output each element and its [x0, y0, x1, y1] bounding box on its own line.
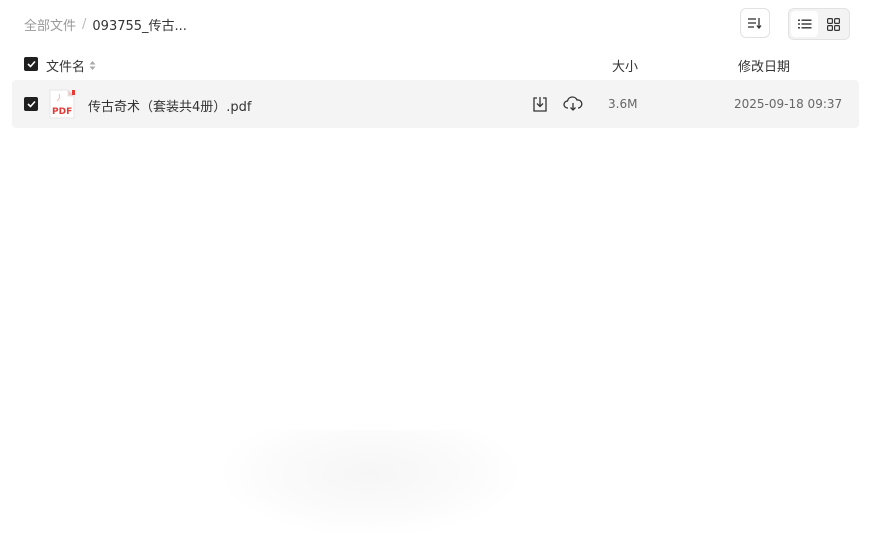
file-size: 3.6M	[608, 97, 638, 111]
sort-icon	[748, 18, 762, 29]
view-toggle	[788, 8, 850, 40]
grid-view-button[interactable]	[820, 11, 847, 37]
file-name[interactable]: 传古奇术（套装共4册）.pdf	[88, 96, 251, 115]
pdf-file-icon: PDF	[49, 89, 75, 119]
list-view-icon	[797, 19, 811, 29]
column-header-name[interactable]: 文件名	[46, 56, 96, 75]
sort-arrows-icon	[89, 61, 96, 70]
pdf-file-icon-label: PDF	[52, 107, 72, 117]
download-button[interactable]	[531, 95, 549, 113]
column-header-size: 大小	[612, 60, 639, 75]
list-view-button[interactable]	[791, 11, 818, 37]
save-to-cloud-button[interactable]	[563, 95, 583, 113]
sort-button[interactable]	[740, 8, 770, 38]
column-header-modified: 修改日期	[738, 60, 791, 75]
checkmark-icon	[26, 60, 36, 68]
checkmark-icon	[26, 100, 36, 108]
breadcrumb-current: 093755_传古...	[92, 18, 187, 34]
breadcrumb-root-link[interactable]: 全部文件	[24, 15, 76, 34]
column-header-name-label: 文件名	[46, 60, 86, 75]
background-shadow	[215, 430, 525, 538]
file-list-header: 文件名 大小 修改日期	[0, 52, 874, 76]
file-row-checkbox[interactable]	[24, 97, 38, 111]
cloud-download-icon	[563, 96, 583, 111]
breadcrumb: 全部文件 / 093755_传古...	[24, 14, 187, 34]
download-icon	[533, 97, 547, 112]
grid-view-icon	[827, 17, 840, 31]
file-modified-date: 2025-09-18 09:37	[734, 97, 843, 111]
breadcrumb-separator: /	[82, 16, 87, 32]
file-row[interactable]: PDF 传古奇术（套装共4册）.pdf 3.6M 2025-09-18 09:3…	[12, 80, 859, 128]
select-all-checkbox[interactable]	[24, 57, 38, 71]
